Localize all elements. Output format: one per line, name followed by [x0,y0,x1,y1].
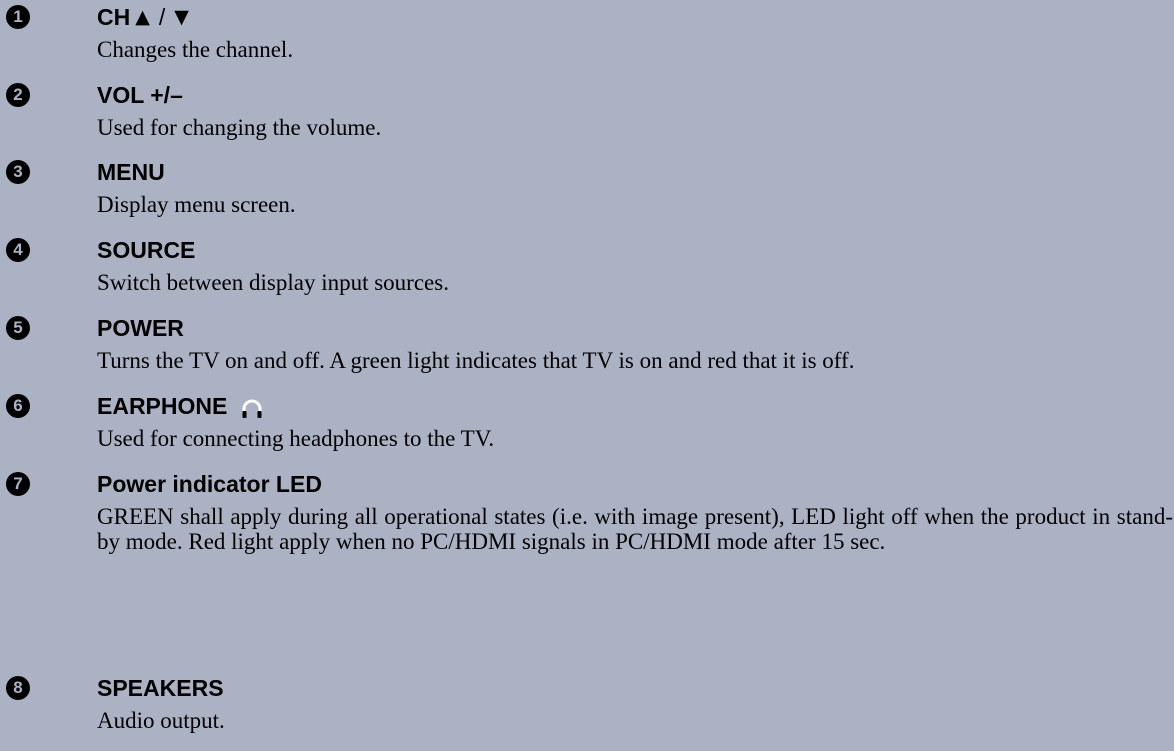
title-prefix: CH [97,4,131,30]
item-description: GREEN shall apply during all operational… [97,504,1173,554]
item-title: POWER [97,315,184,341]
item-title: EARPHONE [97,391,263,421]
item-description: Changes the channel. [97,37,294,62]
number-badge: 8 [6,676,30,700]
title-separator: / [158,4,166,30]
item-description: Used for connecting headphones to the TV… [97,426,495,451]
item-description: Used for changing the volume. [97,115,382,140]
number-badge: 2 [6,83,30,107]
triangle-down-icon: ▼ [174,6,189,28]
item-description: Audio output. [97,708,225,733]
item-title: VOL +/– [97,82,183,108]
number-badge: 3 [6,160,30,184]
item-title: MENU [97,159,165,185]
headphone-icon [241,396,263,418]
item-title: Power indicator LED [97,471,322,497]
item-description: Switch between display input sources. [97,270,449,295]
number-badge: 6 [6,394,30,418]
item-title: CH ▲ / ▼ [97,2,194,32]
number-badge: 1 [6,5,30,29]
item-title: SOURCE [97,237,196,263]
number-badge: 4 [6,238,30,262]
number-badge: 7 [6,472,30,496]
number-badge: 5 [6,316,30,340]
item-description: Turns the TV on and off. A green light i… [97,348,855,373]
item-description: Display menu screen. [97,192,296,217]
item-title: SPEAKERS [97,675,224,701]
title-text: EARPHONE [97,393,228,419]
triangle-up-icon: ▲ [135,6,150,28]
